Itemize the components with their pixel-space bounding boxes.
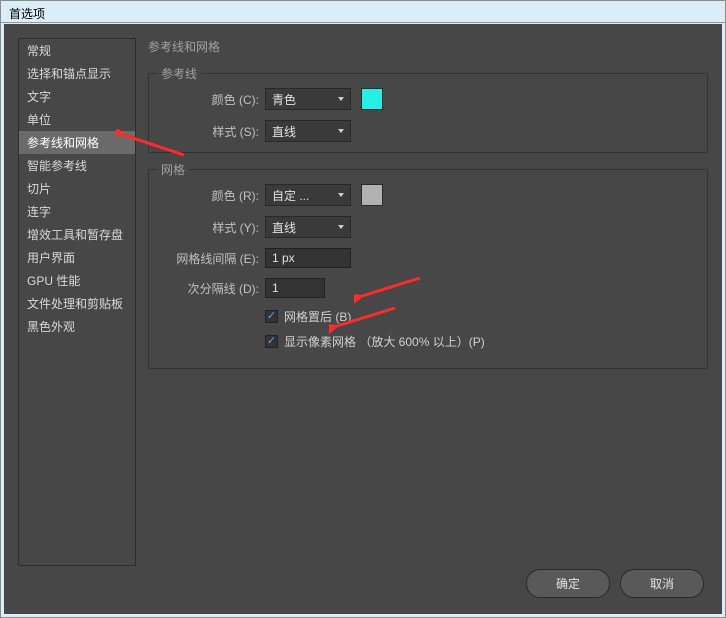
sidebar-item-filehandling[interactable]: 文件处理和剪贴板 (19, 292, 135, 315)
grid-subdiv-input[interactable] (265, 278, 325, 298)
window-titlebar: 首选项 (1, 1, 725, 23)
window-title: 首选项 (9, 7, 45, 21)
grid-style-dropdown[interactable]: 直线 (265, 216, 351, 238)
guides-style-dropdown[interactable]: 直线 (265, 120, 351, 142)
grid-color-label: 颜色 (R): (159, 187, 259, 204)
content-area: 常规 选择和锚点显示 文字 单位 参考线和网格 智能参考线 切片 连字 增效工具… (4, 24, 722, 614)
grid-behind-checkbox[interactable] (265, 310, 278, 323)
guides-color-row: 颜色 (C): 青色 (159, 88, 697, 110)
grid-spacing-label: 网格线间隔 (E): (159, 250, 259, 267)
grid-fieldset: 网格 颜色 (R): 自定 ... 样式 (Y): 直线 (148, 169, 708, 369)
chevron-down-icon (338, 193, 344, 197)
ok-button[interactable]: 确定 (526, 569, 610, 598)
category-sidebar: 常规 选择和锚点显示 文字 单位 参考线和网格 智能参考线 切片 连字 增效工具… (18, 38, 136, 566)
sidebar-item-type[interactable]: 文字 (19, 85, 135, 108)
chevron-down-icon (338, 129, 344, 133)
guides-legend: 参考线 (157, 65, 201, 82)
guides-color-value: 青色 (272, 91, 296, 108)
guides-style-row: 样式 (S): 直线 (159, 120, 697, 142)
grid-spacing-row: 网格线间隔 (E): (159, 248, 697, 268)
sidebar-item-guides-grid[interactable]: 参考线和网格 (19, 131, 135, 154)
grid-color-swatch[interactable] (361, 184, 383, 206)
sidebar-item-slices[interactable]: 切片 (19, 177, 135, 200)
sidebar-item-units[interactable]: 单位 (19, 108, 135, 131)
grid-style-row: 样式 (Y): 直线 (159, 216, 697, 238)
chevron-down-icon (338, 225, 344, 229)
guides-style-value: 直线 (272, 123, 296, 140)
panel-title: 参考线和网格 (148, 38, 708, 55)
preferences-window: 首选项 常规 选择和锚点显示 文字 单位 参考线和网格 智能参考线 切片 连字 … (0, 0, 726, 618)
sidebar-item-general[interactable]: 常规 (19, 39, 135, 62)
guides-fieldset: 参考线 颜色 (C): 青色 样式 (S): 直线 (148, 73, 708, 153)
sidebar-item-hyphenation[interactable]: 连字 (19, 200, 135, 223)
grid-style-value: 直线 (272, 219, 296, 236)
grid-spacing-input[interactable] (265, 248, 351, 268)
grid-style-label: 样式 (Y): (159, 219, 259, 236)
grid-color-row: 颜色 (R): 自定 ... (159, 184, 697, 206)
sidebar-item-black[interactable]: 黑色外观 (19, 315, 135, 338)
sidebar-item-selection[interactable]: 选择和锚点显示 (19, 62, 135, 85)
pixel-grid-row: 显示像素网格 （放大 600% 以上）(P) (265, 333, 697, 350)
grid-behind-row: 网格置后 (B) (265, 308, 697, 325)
sidebar-item-plugins[interactable]: 增效工具和暂存盘 (19, 223, 135, 246)
grid-color-dropdown[interactable]: 自定 ... (265, 184, 351, 206)
guides-color-label: 颜色 (C): (159, 91, 259, 108)
grid-behind-label: 网格置后 (B) (284, 308, 351, 325)
guides-color-swatch[interactable] (361, 88, 383, 110)
grid-legend: 网格 (157, 161, 189, 178)
sidebar-item-ui[interactable]: 用户界面 (19, 246, 135, 269)
dialog-buttons: 确定 取消 (526, 569, 704, 598)
grid-color-value: 自定 ... (272, 187, 309, 204)
pixel-grid-label: 显示像素网格 （放大 600% 以上）(P) (284, 333, 485, 350)
chevron-down-icon (338, 97, 344, 101)
grid-subdiv-row: 次分隔线 (D): (159, 278, 697, 298)
guides-color-dropdown[interactable]: 青色 (265, 88, 351, 110)
main-panel: 参考线和网格 参考线 颜色 (C): 青色 样式 (S): 直线 (148, 38, 708, 600)
cancel-button[interactable]: 取消 (620, 569, 704, 598)
grid-subdiv-label: 次分隔线 (D): (159, 280, 259, 297)
pixel-grid-checkbox[interactable] (265, 335, 278, 348)
sidebar-item-gpu[interactable]: GPU 性能 (19, 269, 135, 292)
sidebar-item-smart-guides[interactable]: 智能参考线 (19, 154, 135, 177)
guides-style-label: 样式 (S): (159, 123, 259, 140)
